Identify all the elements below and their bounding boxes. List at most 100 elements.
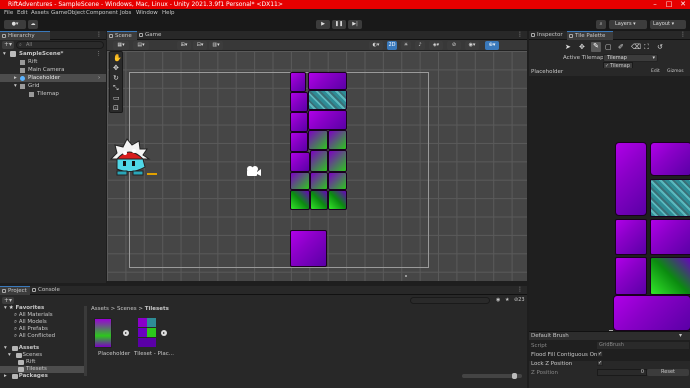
folder-rift[interactable]: Rift bbox=[14, 359, 84, 366]
edit-button[interactable]: Edit bbox=[651, 69, 660, 74]
snap-toggle[interactable]: ▥▾ bbox=[209, 41, 223, 50]
hierarchy-item-tilemap[interactable]: Tilemap bbox=[0, 90, 106, 98]
hierarchy-item-rift[interactable]: Rift bbox=[0, 58, 106, 66]
asset-placeholder[interactable]: ▸ bbox=[94, 318, 129, 352]
palette-tile[interactable] bbox=[650, 219, 690, 255]
more-options-icon[interactable]: ⋮ bbox=[680, 31, 686, 38]
packages-folder[interactable]: ▸ Packages bbox=[4, 373, 84, 380]
gizmos-button[interactable]: Gizmos bbox=[667, 69, 684, 74]
rotate-tool-icon[interactable]: ↻ bbox=[113, 74, 119, 82]
camera-gizmo-icon[interactable] bbox=[245, 164, 261, 178]
layers-dropdown[interactable]: Layers ▾ bbox=[609, 20, 647, 29]
folder-tilesets[interactable]: Tilesets bbox=[0, 366, 86, 373]
pause-button[interactable]: ❚❚ bbox=[332, 20, 346, 29]
search-icon[interactable]: ⌕ bbox=[596, 20, 606, 29]
flood-fill-checkbox[interactable]: ✓ bbox=[597, 351, 603, 357]
palette-tile[interactable] bbox=[615, 257, 647, 295]
gizmos-dropdown[interactable]: ⊕▾ bbox=[485, 41, 499, 50]
play-button[interactable]: ▶ bbox=[316, 20, 330, 29]
expand-arrow-icon[interactable]: ▸ bbox=[161, 330, 167, 336]
add-button[interactable]: +▾ bbox=[2, 41, 14, 49]
favorite-all-conflicted[interactable]: ⌕ All Conflicted bbox=[14, 333, 55, 340]
scene-viewport[interactable] bbox=[107, 51, 527, 281]
hierarchy-item-main-camera[interactable]: Main Camera bbox=[0, 66, 106, 74]
more-options-icon[interactable]: ⋮ bbox=[517, 31, 523, 38]
project-search-input[interactable] bbox=[410, 297, 490, 304]
hierarchy-item-samplescene[interactable]: ▾ SampleScene* ⋮ bbox=[0, 50, 106, 58]
scale-tool-icon[interactable]: ⤡ bbox=[113, 84, 119, 93]
menu-component[interactable]: Component bbox=[86, 10, 118, 16]
hierarchy-search-input[interactable]: ⌕ All bbox=[16, 41, 104, 49]
favorite-all-materials[interactable]: ⌕ All Materials bbox=[14, 312, 53, 319]
spiny-sprite[interactable] bbox=[107, 133, 157, 183]
hierarchy-item-grid[interactable]: ▾ Grid bbox=[0, 82, 106, 90]
reset-button[interactable]: Reset bbox=[647, 369, 689, 376]
favorites-header[interactable]: ▾ ★ Favorites bbox=[4, 305, 44, 312]
menu-window[interactable]: Window bbox=[136, 10, 158, 16]
step-button[interactable]: ▶| bbox=[348, 20, 362, 29]
hand-tool-icon[interactable]: ✋ bbox=[113, 54, 122, 62]
menu-help[interactable]: Help bbox=[162, 10, 175, 16]
tab-hierarchy[interactable]: Hierarchy bbox=[0, 31, 50, 40]
audio-toggle[interactable]: ♪ bbox=[415, 41, 425, 50]
more-options-icon[interactable]: ⋮ bbox=[517, 286, 523, 293]
default-brush-dropdown[interactable]: Default Brush bbox=[531, 333, 569, 339]
picker-icon[interactable]: ✐ bbox=[618, 43, 624, 51]
tab-inspector[interactable]: Inspector bbox=[529, 31, 567, 40]
gizmo-tool-dropdown[interactable]: ▤▾ bbox=[133, 41, 149, 50]
palette-tile[interactable] bbox=[650, 179, 690, 217]
menu-edit[interactable]: Edit bbox=[17, 10, 28, 16]
menu-assets[interactable]: Assets bbox=[31, 10, 49, 16]
thumbnail-size-slider[interactable] bbox=[462, 373, 522, 379]
global-toggle[interactable]: ⊟▾ bbox=[193, 41, 207, 50]
box-fill-icon[interactable]: ▢ bbox=[605, 43, 612, 51]
palette-tile[interactable] bbox=[615, 219, 647, 255]
lighting-toggle[interactable]: ☀ bbox=[401, 41, 411, 50]
account-button[interactable]: ●▾ bbox=[4, 20, 26, 29]
shading-dropdown[interactable]: ◐▾ bbox=[369, 41, 383, 50]
create-button[interactable]: +▾ bbox=[2, 297, 14, 304]
tab-console[interactable]: Console bbox=[30, 286, 66, 295]
cloud-icon[interactable]: ☁ bbox=[28, 20, 38, 29]
pivot-toggle[interactable]: ⊞▾ bbox=[177, 41, 191, 50]
maximize-button[interactable]: □ bbox=[662, 0, 676, 9]
more-options-icon[interactable]: ⋮ bbox=[96, 31, 102, 38]
tree-scrollbar[interactable] bbox=[84, 306, 87, 376]
palette-tile[interactable] bbox=[615, 142, 647, 216]
palette-tile[interactable] bbox=[650, 257, 690, 295]
lock-z-checkbox[interactable]: ✓ bbox=[597, 360, 603, 366]
assets-folder[interactable]: ▾ Assets bbox=[4, 345, 84, 352]
dropdown-arrow-icon[interactable]: ▾ bbox=[679, 332, 682, 339]
move-tool-icon[interactable]: ✥ bbox=[579, 43, 585, 51]
favorite-all-models[interactable]: ⌕ All Models bbox=[14, 319, 47, 326]
transform-tool-icon[interactable]: ⊡ bbox=[113, 104, 119, 112]
expand-arrow-icon[interactable]: ▸ bbox=[123, 330, 129, 336]
2d-mode-toggle[interactable]: 2D bbox=[387, 41, 397, 50]
z-position-input[interactable]: 0 bbox=[597, 369, 647, 376]
hidden-objects-toggle[interactable]: ⊘ bbox=[447, 41, 461, 50]
slider-handle[interactable] bbox=[512, 373, 517, 379]
draw-mode-dropdown[interactable]: ▦▾ bbox=[113, 41, 129, 50]
palette-tile[interactable] bbox=[613, 295, 690, 331]
minimize-button[interactable]: – bbox=[648, 0, 662, 9]
tab-game[interactable]: Game bbox=[137, 31, 167, 40]
palette-tile[interactable] bbox=[650, 142, 690, 176]
breadcrumb-scenes[interactable]: Scenes bbox=[117, 306, 137, 312]
eye-icon[interactable]: ◉ bbox=[496, 297, 500, 303]
paint-brush-icon[interactable]: ✎ bbox=[591, 42, 601, 52]
asset-tileset[interactable]: ▸ bbox=[138, 318, 167, 352]
rect-tool-icon[interactable]: ▭ bbox=[113, 94, 120, 102]
tab-project[interactable]: Project bbox=[0, 286, 30, 295]
fill-icon[interactable]: ⛶ bbox=[644, 43, 649, 52]
active-tilemap-dropdown[interactable]: Tilemap ▾ bbox=[603, 54, 658, 62]
rotate-icon[interactable]: ↺ bbox=[657, 43, 663, 51]
breadcrumb-tilesets[interactable]: Tilesets bbox=[145, 306, 169, 312]
breadcrumb-assets[interactable]: Assets bbox=[91, 306, 109, 312]
more-options-icon[interactable]: ⋮ bbox=[96, 50, 102, 58]
menu-file[interactable]: File bbox=[4, 10, 13, 16]
favorite-all-prefabs[interactable]: ⌕ All Prefabs bbox=[14, 326, 48, 333]
palette-grid[interactable] bbox=[529, 76, 690, 361]
tab-scene[interactable]: Scene bbox=[107, 31, 137, 40]
move-tool-icon[interactable]: ✥ bbox=[113, 64, 119, 72]
close-window-button[interactable]: ✕ bbox=[676, 0, 690, 9]
